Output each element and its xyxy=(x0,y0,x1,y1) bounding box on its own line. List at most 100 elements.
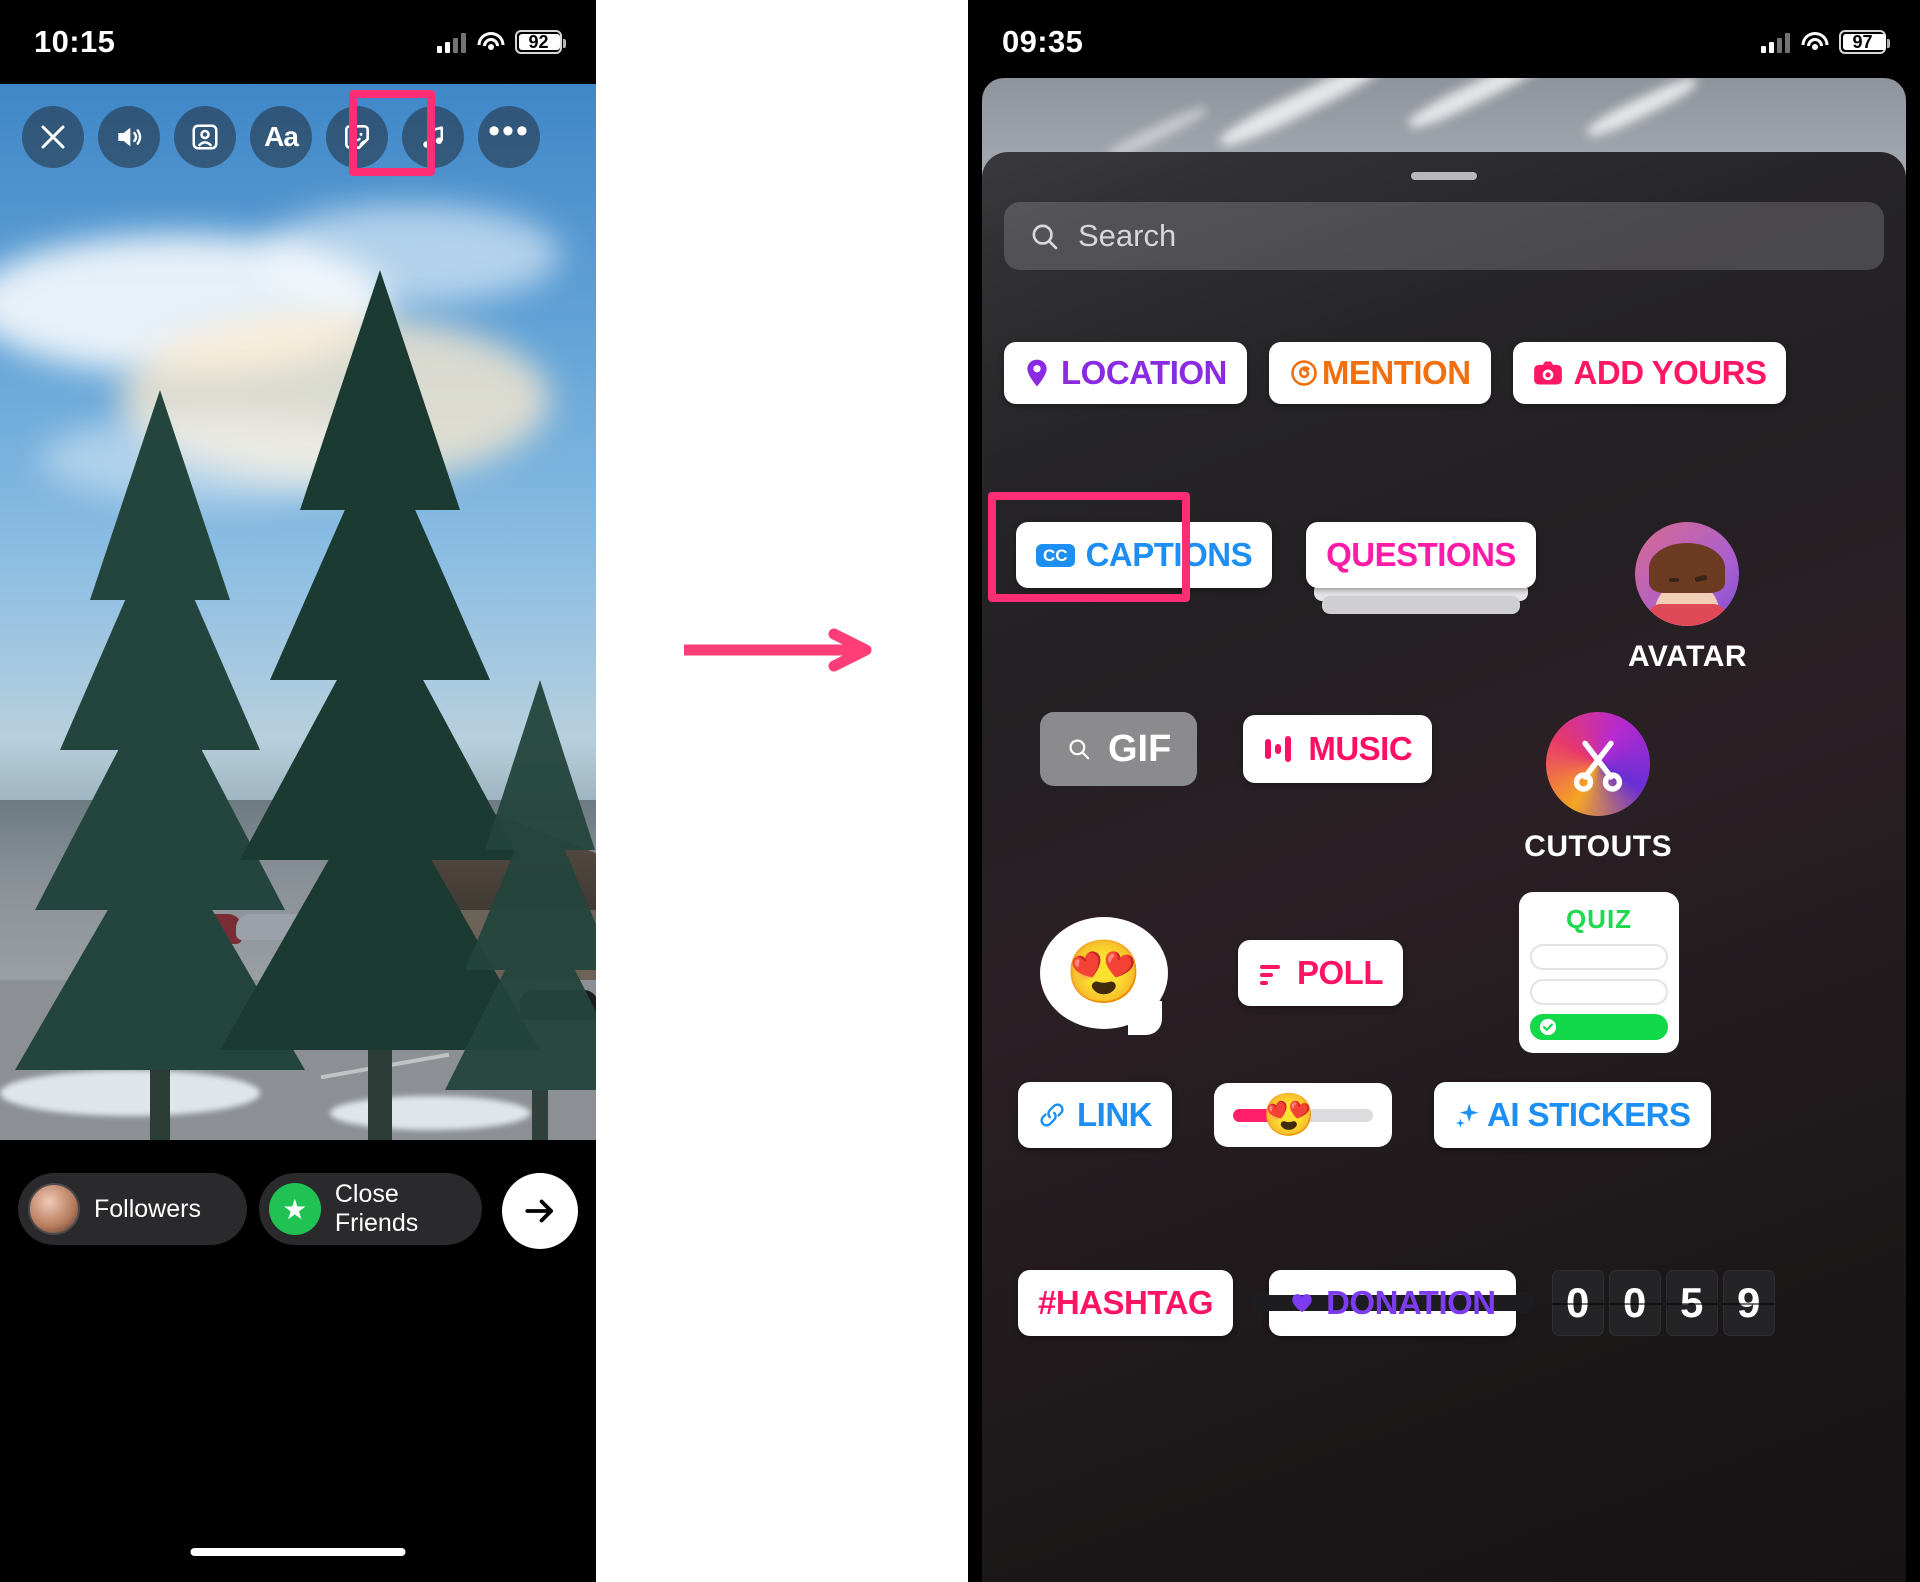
link-chain-icon xyxy=(1040,1103,1064,1127)
countdown-digit: 0 xyxy=(1608,1270,1661,1336)
hashtag-label: #HASHTAG xyxy=(1038,1284,1214,1321)
cellular-signal-icon xyxy=(437,32,466,53)
music-note-icon xyxy=(423,126,443,148)
scissors-icon xyxy=(1546,712,1651,816)
story-share-bar: Followers ★ Close Friends xyxy=(0,1140,596,1582)
location-label: LOCATION xyxy=(1061,354,1227,391)
wifi-icon xyxy=(1801,32,1828,52)
avatar-icon xyxy=(1635,522,1740,626)
mention-sticker[interactable]: MENTION xyxy=(1268,342,1491,404)
search-input[interactable]: Search xyxy=(1004,202,1884,270)
left-phone-screen: 10:15 92 Aa ••• Followers ★ Close Friend… xyxy=(0,0,596,1582)
countdown-digit: 9 xyxy=(1722,1270,1775,1336)
avatar-label: AVATAR xyxy=(1627,640,1748,673)
story-photo-preview xyxy=(0,84,596,1140)
heart-eyes-emoji: 😍 xyxy=(1065,938,1143,1007)
person-card-icon xyxy=(192,124,218,150)
sticker-tray: Search LOCATION MENTION ADD YOURS CC CAP… xyxy=(982,152,1906,1582)
link-sticker[interactable]: LINK xyxy=(1018,1082,1172,1148)
search-icon xyxy=(1032,224,1058,250)
questions-sticker[interactable]: QUESTIONS xyxy=(1306,522,1536,614)
text-button[interactable]: Aa xyxy=(250,106,312,168)
heart-icon xyxy=(1292,1294,1312,1313)
countdown-digit: 5 xyxy=(1665,1270,1718,1336)
emoji-slider-sticker[interactable]: 😍 xyxy=(1214,1083,1392,1147)
camera-icon xyxy=(1533,361,1562,385)
cc-badge-icon: CC xyxy=(1036,543,1075,567)
battery-icon: 92 xyxy=(515,30,566,54)
mention-label: MENTION xyxy=(1321,354,1471,391)
volume-icon xyxy=(118,127,142,147)
followers-button[interactable]: Followers xyxy=(18,1173,247,1245)
gif-label: GIF xyxy=(1108,727,1172,770)
quiz-title: QUIZ xyxy=(1565,904,1633,934)
sound-button[interactable] xyxy=(98,106,160,168)
sticker-row-5: LINK 😍 AI STICKERS xyxy=(1018,1082,1898,1148)
sticker-button[interactable] xyxy=(326,106,388,168)
battery-icon: 97 xyxy=(1839,30,1890,54)
cutouts-sticker[interactable]: CUTOUTS xyxy=(1524,712,1672,864)
wifi-icon xyxy=(477,32,504,52)
battery-percent: 97 xyxy=(1852,31,1873,52)
poll-sticker[interactable]: POLL xyxy=(1238,939,1403,1006)
status-time: 10:15 xyxy=(34,24,116,59)
close-button[interactable] xyxy=(22,106,84,168)
music-label: MUSIC xyxy=(1308,730,1413,767)
add-yours-label: ADD YOURS xyxy=(1573,354,1767,391)
cellular-signal-icon xyxy=(1761,32,1790,53)
quiz-correct-row xyxy=(1530,1014,1668,1040)
captions-label: CAPTIONS xyxy=(1085,536,1253,573)
countdown-sticker[interactable]: 0 0 5 9 xyxy=(1551,1270,1775,1336)
music-button[interactable] xyxy=(402,106,464,168)
close-friends-button[interactable]: ★ Close Friends xyxy=(258,1173,482,1245)
sparkles-icon xyxy=(1455,1103,1479,1128)
quiz-option-row xyxy=(1530,979,1668,1005)
hashtag-sticker[interactable]: #HASHTAG xyxy=(1018,1270,1234,1336)
close-icon xyxy=(41,125,65,149)
donation-label: DONATION xyxy=(1326,1284,1496,1321)
sticker-smiley-icon xyxy=(345,125,369,149)
sticker-row-6: #HASHTAG DONATION 0 0 5 9 xyxy=(1018,1270,1898,1336)
search-placeholder: Search xyxy=(1078,218,1177,253)
ai-stickers-sticker[interactable]: AI STICKERS xyxy=(1434,1082,1711,1148)
right-status-bar: 09:35 97 xyxy=(968,0,1920,84)
sticker-row-3: GIF MUSIC CUTOUTS xyxy=(1040,712,1906,864)
captions-sticker[interactable]: CC CAPTIONS xyxy=(1016,522,1273,588)
tag-people-button[interactable] xyxy=(174,106,236,168)
countdown-digit: 0 xyxy=(1551,1270,1604,1336)
more-options-icon: ••• xyxy=(488,112,530,150)
poll-label: POLL xyxy=(1297,953,1384,991)
star-icon: ★ xyxy=(268,1183,321,1235)
music-bars-icon xyxy=(1265,736,1292,762)
location-pin-icon xyxy=(1027,359,1047,387)
emoji-slider-icon: 😍 xyxy=(1233,1094,1373,1136)
left-status-bar: 10:15 92 xyxy=(0,0,596,84)
right-arrow-icon xyxy=(684,628,872,672)
drag-handle[interactable] xyxy=(1411,172,1477,180)
music-sticker[interactable]: MUSIC xyxy=(1243,715,1433,783)
text-tool-label: Aa xyxy=(264,121,299,152)
check-circle-icon xyxy=(1539,1018,1557,1036)
quiz-option-row xyxy=(1530,944,1668,970)
search-icon xyxy=(1069,739,1090,760)
slider-emoji: 😍 xyxy=(1262,1091,1316,1138)
right-phone-screen: 09:35 97 Search LOCATION MENTION ADD YOU… xyxy=(968,0,1920,1582)
gif-sticker[interactable]: GIF xyxy=(1040,712,1198,786)
more-options-button[interactable]: ••• xyxy=(478,106,540,168)
transition-arrow-area xyxy=(596,0,968,1582)
avatar-sticker[interactable]: AVATAR xyxy=(1628,522,1747,674)
donation-sticker[interactable]: DONATION xyxy=(1255,1270,1530,1336)
sticker-row-1: LOCATION MENTION ADD YOURS xyxy=(1004,342,1884,404)
emoji-reaction-sticker[interactable]: 😍 xyxy=(1040,916,1168,1035)
avatar xyxy=(28,1183,80,1235)
followers-label: Followers xyxy=(94,1194,201,1223)
quiz-sticker[interactable]: QUIZ xyxy=(1519,892,1679,1053)
location-sticker[interactable]: LOCATION xyxy=(1004,342,1247,404)
sticker-row-4: 😍 POLL QUIZ xyxy=(1040,892,1906,1053)
next-button[interactable] xyxy=(502,1173,578,1249)
add-yours-sticker[interactable]: ADD YOURS xyxy=(1512,342,1787,404)
story-editor-toolbar: Aa ••• xyxy=(0,84,596,190)
sticker-row-2: CC CAPTIONS QUESTIONS AVATAR xyxy=(1016,522,1896,674)
status-indicators: 92 xyxy=(437,30,566,54)
cutouts-label: CUTOUTS xyxy=(1524,830,1673,863)
